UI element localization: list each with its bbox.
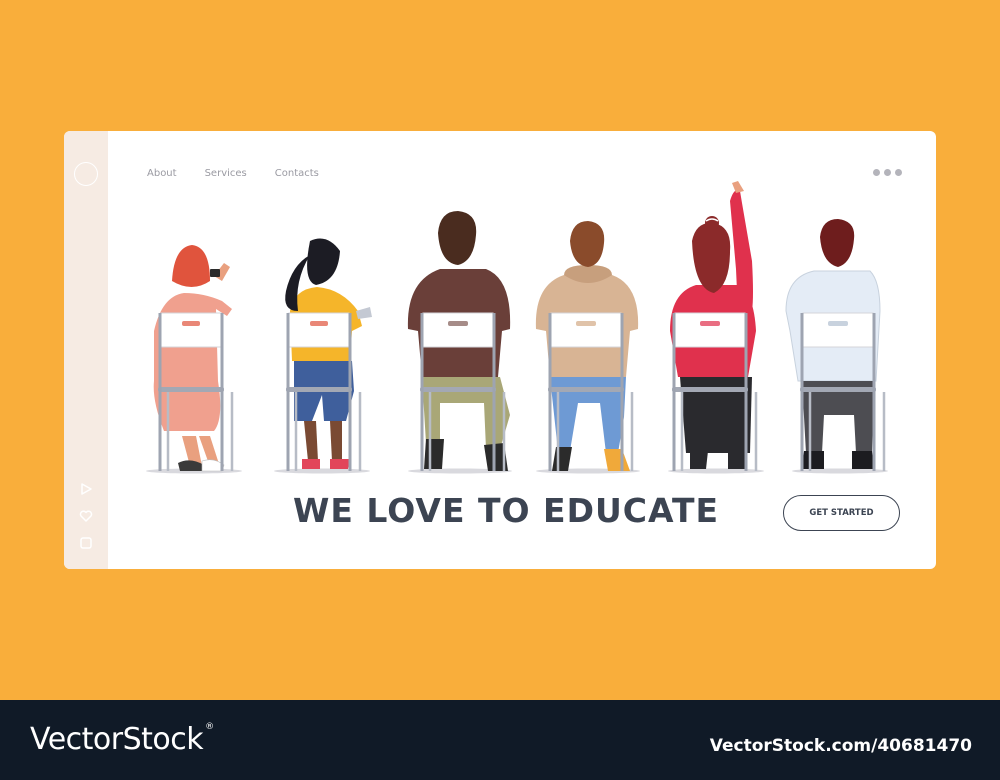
image-id: VectorStock.com/40681470: [709, 736, 972, 756]
student-3: [407, 211, 512, 474]
nav-item-about[interactable]: About: [147, 168, 177, 179]
logo-circle-icon[interactable]: [74, 162, 98, 186]
vectorstock-brand: VectorStock ®: [30, 722, 214, 757]
nav-item-contacts[interactable]: Contacts: [275, 168, 319, 179]
heart-icon[interactable]: [78, 508, 94, 524]
nav-item-services[interactable]: Services: [205, 168, 247, 179]
play-icon[interactable]: [78, 481, 94, 497]
landing-page-card: About Services Contacts WE LOVE TO EDUCA…: [64, 131, 936, 569]
student-6: [785, 219, 888, 474]
sidebar: [64, 131, 108, 569]
student-4: [535, 221, 640, 474]
square-icon[interactable]: [78, 535, 94, 551]
student-2: [274, 238, 372, 474]
get-started-button[interactable]: GET STARTED: [783, 495, 900, 531]
student-1: [146, 245, 242, 474]
more-menu-icon[interactable]: [873, 169, 902, 176]
watermark-footer: VectorStock ® VectorStock.com/40681470: [0, 700, 1000, 780]
page-headline: WE LOVE TO EDUCATE: [292, 491, 720, 530]
top-nav: About Services Contacts: [147, 168, 319, 179]
students-on-chairs-illustration: [146, 181, 888, 474]
student-5: [668, 181, 764, 474]
